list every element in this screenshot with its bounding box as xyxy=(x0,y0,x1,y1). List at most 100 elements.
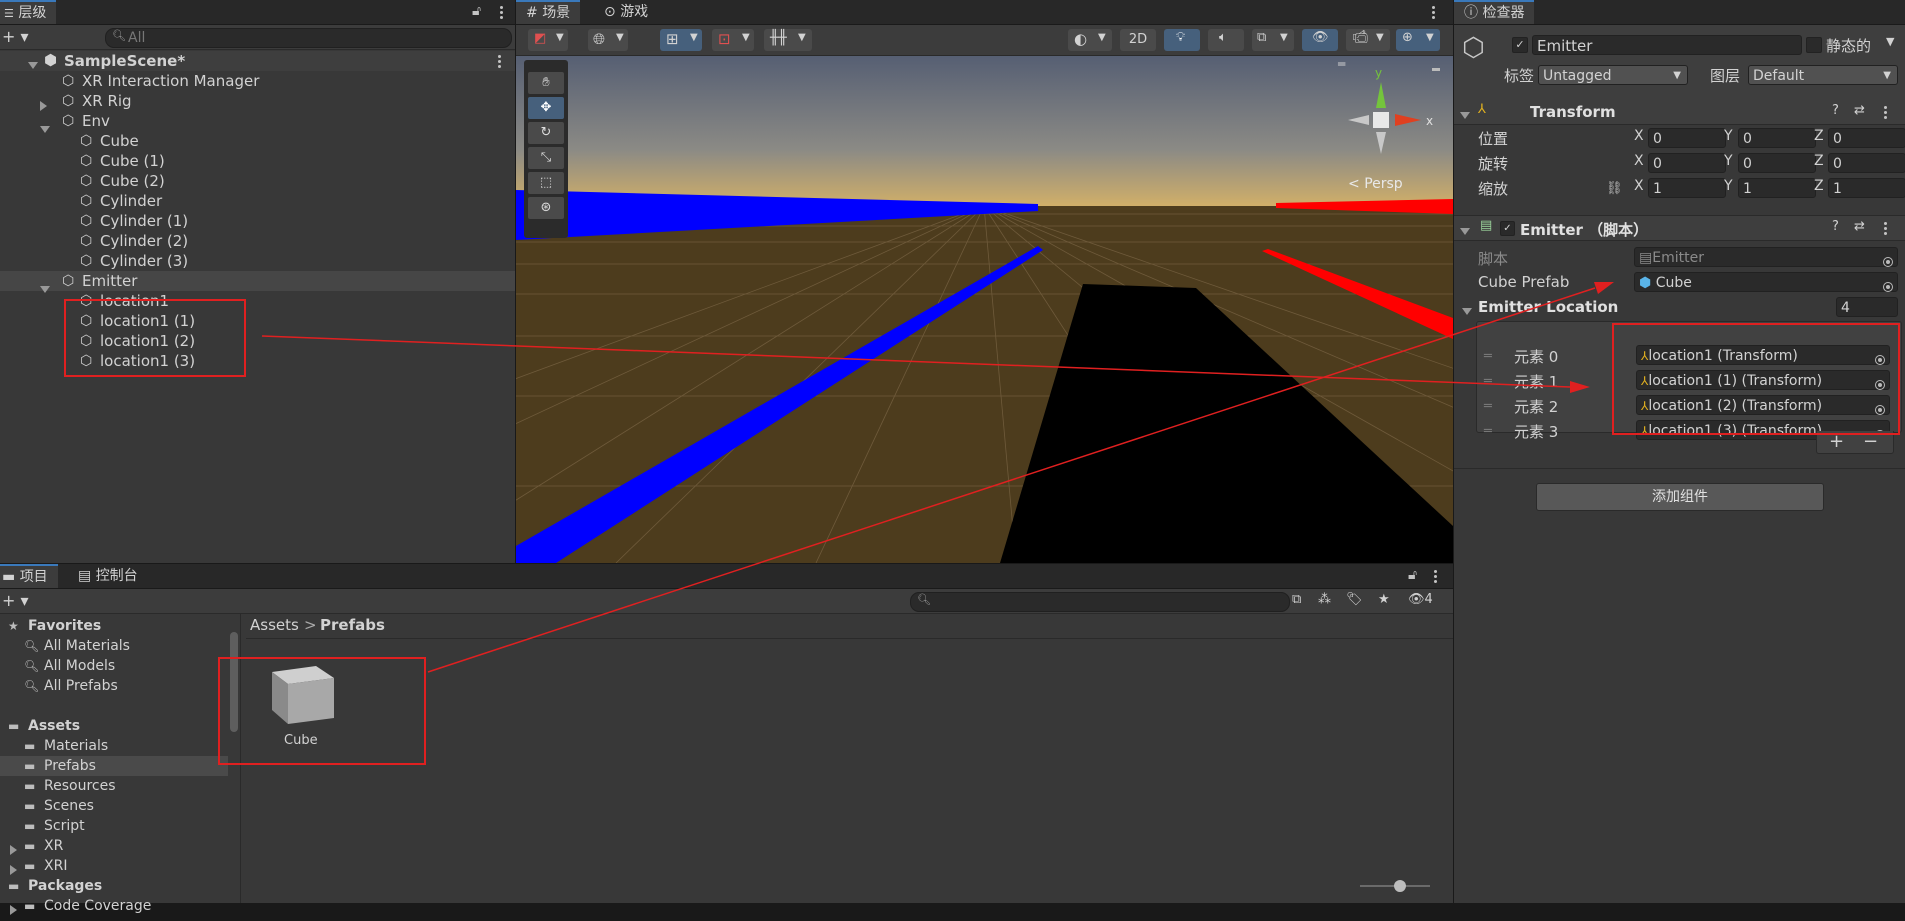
drag-handle-icon[interactable]: ═ xyxy=(1484,424,1492,439)
add-component-button[interactable]: 添加组件 xyxy=(1536,483,1824,511)
hierarchy-item[interactable]: ⬡ XR Rig xyxy=(0,91,515,111)
scene-row[interactable]: ⬢ SampleScene* xyxy=(0,51,515,71)
zoom-slider-thumb[interactable] xyxy=(1394,880,1406,892)
gizmos-button[interactable]: ⊕ ▼ xyxy=(1396,29,1440,51)
drag-handle-icon[interactable]: ═ xyxy=(1484,349,1492,364)
hierarchy-item[interactable]: ⬡ Cylinder xyxy=(0,191,515,211)
preset-icon[interactable]: ⇄ xyxy=(1854,219,1865,234)
help-icon[interactable]: ? xyxy=(1832,219,1839,234)
lock-icon[interactable]: 🔓︎ xyxy=(472,3,481,19)
effects-button[interactable]: ⧉ ▼ xyxy=(1252,29,1294,51)
favorite-item[interactable]: 🔍︎ All Prefabs xyxy=(0,676,228,696)
hierarchy-item[interactable]: ⬡ Cube xyxy=(0,131,515,151)
help-icon[interactable]: ? xyxy=(1832,103,1839,118)
preset-icon[interactable]: ⇄ xyxy=(1854,103,1865,118)
scene-viewport[interactable]: ═ y x < Persp ✋︎ ✥ ↻ ⤡ ⬚ ⊛ xyxy=(516,56,1453,563)
position-x-field[interactable]: 0 xyxy=(1648,128,1726,148)
create-button[interactable]: + ▾ xyxy=(2,591,29,610)
favorite-item[interactable]: 🔍︎ All Models xyxy=(0,656,228,676)
visibility-toggle-button[interactable]: 👁︎ xyxy=(1302,29,1338,51)
tab-inspector[interactable]: ⓘ 检查器 xyxy=(1454,0,1535,24)
persp-label[interactable]: < Persp xyxy=(1348,176,1403,192)
hierarchy-item[interactable]: ⬡ Env xyxy=(0,111,515,133)
packages-header[interactable]: ▬ Packages xyxy=(0,876,228,896)
shading-button[interactable]: ◐ ▼ xyxy=(1068,29,1112,51)
component-enabled-checkbox[interactable]: ✓ xyxy=(1500,221,1515,236)
rotation-z-field[interactable]: 0 xyxy=(1828,153,1905,173)
hierarchy-search[interactable]: 🔍︎ All xyxy=(105,28,512,48)
breadcrumb-assets[interactable]: Assets xyxy=(250,616,299,634)
rotation-x-field[interactable]: 0 xyxy=(1648,153,1726,173)
scene-menu-icon[interactable] xyxy=(498,53,502,70)
assets-header[interactable]: ▬ Assets xyxy=(0,716,228,736)
hierarchy-item[interactable]: ⬡ Cube (1) xyxy=(0,151,515,171)
expand-arrow-icon[interactable] xyxy=(10,901,17,921)
cube-prefab-field[interactable]: ⬢ Cube xyxy=(1634,272,1898,292)
package-item[interactable]: ▬ Code Coverage xyxy=(0,896,228,916)
filter-type-icon[interactable]: ⁂ xyxy=(1318,592,1331,607)
lock-icon[interactable]: 🔓︎ xyxy=(1408,567,1417,583)
object-picker-icon[interactable] xyxy=(1883,278,1893,298)
folder-item[interactable]: ▬ Materials xyxy=(0,736,228,756)
globe-button[interactable]: 🌐︎ ▼ xyxy=(588,29,628,51)
tag-dropdown[interactable]: Untagged ▼ xyxy=(1538,65,1688,85)
favorites-header[interactable]: ★ Favorites xyxy=(0,616,228,636)
ruler-button[interactable]: ╫╫ ▼ xyxy=(764,29,812,51)
position-z-field[interactable]: 0 xyxy=(1828,128,1905,148)
tag-icon[interactable]: 🏷︎ xyxy=(1346,592,1363,607)
object-name-field[interactable]: Emitter xyxy=(1532,35,1802,55)
scale-tool-button[interactable]: ⤡ xyxy=(528,147,564,169)
tab-game[interactable]: ⊙ 游戏 xyxy=(594,0,658,24)
collapse-arrow-icon[interactable] xyxy=(1462,304,1472,319)
folder-item[interactable]: ▬ Prefabs xyxy=(0,756,228,776)
star-icon[interactable]: ★ xyxy=(1378,592,1390,607)
rotation-y-field[interactable]: 0 xyxy=(1738,153,1816,173)
2d-toggle-button[interactable]: 2D xyxy=(1120,29,1156,51)
rotate-tool-button[interactable]: ↻ xyxy=(528,122,564,144)
link-scale-icon[interactable]: ⛓︎ xyxy=(1606,181,1623,196)
hierarchy-item[interactable]: ⬡ Cube (2) xyxy=(0,171,515,191)
hierarchy-item[interactable]: ⬡ XR Interaction Manager xyxy=(0,71,515,91)
scale-z-field[interactable]: 1 xyxy=(1828,178,1905,198)
active-checkbox[interactable]: ✓ xyxy=(1512,37,1528,53)
rect-tool-button[interactable]: ⬚ xyxy=(528,172,564,194)
tab-console[interactable]: ▤ 控制台 xyxy=(68,564,148,588)
grid-snap-button[interactable]: ⊞ ▼ xyxy=(660,29,702,51)
lighting-toggle-button[interactable]: 💡︎ xyxy=(1164,29,1200,51)
hierarchy-item[interactable]: ⬡ Emitter xyxy=(0,271,515,293)
audio-toggle-button[interactable]: 🔈︎ xyxy=(1208,29,1244,51)
transform-tool-button[interactable]: ⊛ xyxy=(528,197,564,219)
static-checkbox[interactable] xyxy=(1806,37,1822,53)
move-tool-button[interactable]: ✥ xyxy=(528,97,564,119)
project-search[interactable]: 🔍︎ xyxy=(910,592,1290,612)
script-component-header[interactable]: ▤ ✓ Emitter （脚本） ? ⇄ xyxy=(1454,215,1905,241)
folder-item[interactable]: ▬ XRI xyxy=(0,856,228,876)
breadcrumb-prefabs[interactable]: Prefabs xyxy=(320,616,385,634)
folder-item[interactable]: ▬ Script xyxy=(0,816,228,836)
hierarchy-item[interactable]: ⬡ Cylinder (1) xyxy=(0,211,515,231)
component-menu-icon[interactable] xyxy=(1884,220,1888,237)
chevron-down-icon[interactable]: ▼ xyxy=(1886,35,1894,48)
tab-scene[interactable]: # 场景 xyxy=(516,0,581,24)
hierarchy-item[interactable]: ⬡ Cylinder (2) xyxy=(0,231,515,251)
hand-tool-button[interactable]: ✋︎ xyxy=(528,72,564,94)
search-by-type-icon[interactable]: ⧉ xyxy=(1292,592,1301,607)
scene-menu-icon[interactable] xyxy=(1432,4,1436,21)
kebab-menu-icon[interactable] xyxy=(1434,568,1438,585)
scale-x-field[interactable]: 1 xyxy=(1648,178,1726,198)
tab-project[interactable]: ▬ 项目 xyxy=(0,564,58,588)
folder-item[interactable]: ▬ Resources xyxy=(0,776,228,796)
layer-dropdown[interactable]: Default ▼ xyxy=(1748,65,1898,85)
folder-item[interactable]: ▬ XR xyxy=(0,836,228,856)
favorite-item[interactable]: 🔍︎ All Materials xyxy=(0,636,228,656)
hierarchy-item[interactable]: ⬡ Cylinder (3) xyxy=(0,251,515,271)
increment-snap-button[interactable]: ⊡ ▼ xyxy=(712,29,754,51)
position-y-field[interactable]: 0 xyxy=(1738,128,1816,148)
drag-handle-icon[interactable]: ═ xyxy=(1484,399,1492,414)
hidden-packages-icon[interactable]: 👁︎4 xyxy=(1408,592,1433,607)
list-size-field[interactable]: 4 xyxy=(1836,297,1898,317)
folder-item[interactable]: ▬ Scenes xyxy=(0,796,228,816)
scale-y-field[interactable]: 1 xyxy=(1738,178,1816,198)
camera-button[interactable]: 📹︎ ▼ xyxy=(1346,29,1390,51)
tab-hierarchy[interactable]: ☰ 层级 xyxy=(0,0,57,24)
